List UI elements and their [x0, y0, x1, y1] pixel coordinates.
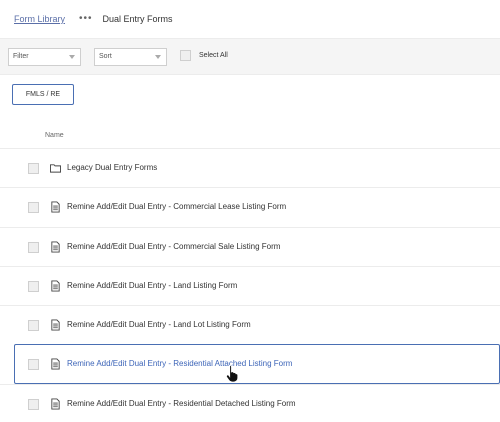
row-checkbox[interactable] — [28, 320, 39, 332]
row-checkbox[interactable] — [28, 202, 39, 214]
chevron-down-icon — [155, 55, 161, 59]
document-icon — [51, 398, 60, 410]
document-icon — [51, 241, 60, 253]
chevron-down-icon — [69, 55, 75, 59]
document-icon — [51, 280, 60, 292]
document-icon — [51, 319, 60, 331]
sort-dropdown[interactable]: Sort — [94, 48, 167, 66]
row-checkbox[interactable] — [28, 241, 39, 253]
breadcrumb-current: Dual Entry Forms — [102, 14, 173, 24]
breadcrumb: Form Library ••• Dual Entry Forms — [14, 11, 173, 27]
list-item-label: Legacy Dual Entry Forms — [67, 163, 158, 172]
document-icon — [51, 358, 60, 370]
breadcrumb-form-library-link[interactable]: Form Library — [14, 14, 65, 24]
document-icon — [51, 201, 60, 213]
select-all-control[interactable]: Select All — [180, 50, 228, 61]
list-item[interactable]: Remine Add/Edit Dual Entry - Residential… — [0, 383, 500, 422]
filter-dropdown-label: Filter — [13, 53, 29, 60]
row-checkbox[interactable] — [28, 163, 39, 174]
list-item-hovered[interactable]: Remine Add/Edit Dual Entry - Residential… — [14, 344, 500, 384]
list-item-label: Remine Add/Edit Dual Entry - Commercial … — [67, 202, 287, 212]
filter-dropdown[interactable]: Filter — [8, 48, 81, 66]
breadcrumb-more-icon[interactable]: ••• — [79, 14, 93, 24]
list-item-label: Remine Add/Edit Dual Entry - Land Lot Li… — [67, 320, 251, 330]
select-all-label: Select All — [199, 52, 228, 59]
list-item[interactable]: Remine Add/Edit Dual Entry - Land Lot Li… — [0, 305, 500, 344]
select-all-checkbox[interactable] — [180, 50, 191, 61]
toolbar: Filter Sort Select All — [0, 38, 500, 75]
list-item-label: Remine Add/Edit Dual Entry - Commercial … — [67, 241, 281, 251]
fmls-re-tag-button[interactable]: FMLS / RE — [12, 84, 74, 105]
row-checkbox[interactable] — [28, 280, 39, 292]
folder-icon — [50, 164, 61, 173]
list-item[interactable]: Remine Add/Edit Dual Entry - Commercial … — [0, 187, 500, 226]
column-header-name[interactable]: Name — [45, 132, 64, 139]
row-checkbox[interactable] — [28, 398, 39, 410]
forms-list: Legacy Dual Entry Forms Remine Add/Edit … — [0, 148, 500, 422]
list-item[interactable]: Legacy Dual Entry Forms — [0, 148, 500, 187]
list-item-label[interactable]: Remine Add/Edit Dual Entry - Residential… — [67, 359, 292, 368]
list-item[interactable]: Remine Add/Edit Dual Entry - Commercial … — [0, 226, 500, 266]
row-checkbox[interactable] — [28, 359, 39, 371]
list-item[interactable]: Remine Add/Edit Dual Entry - Land Listin… — [0, 265, 500, 305]
list-item-label: Remine Add/Edit Dual Entry - Residential… — [67, 398, 296, 408]
list-item-label: Remine Add/Edit Dual Entry - Land Listin… — [67, 280, 238, 290]
sort-dropdown-label: Sort — [99, 53, 112, 60]
